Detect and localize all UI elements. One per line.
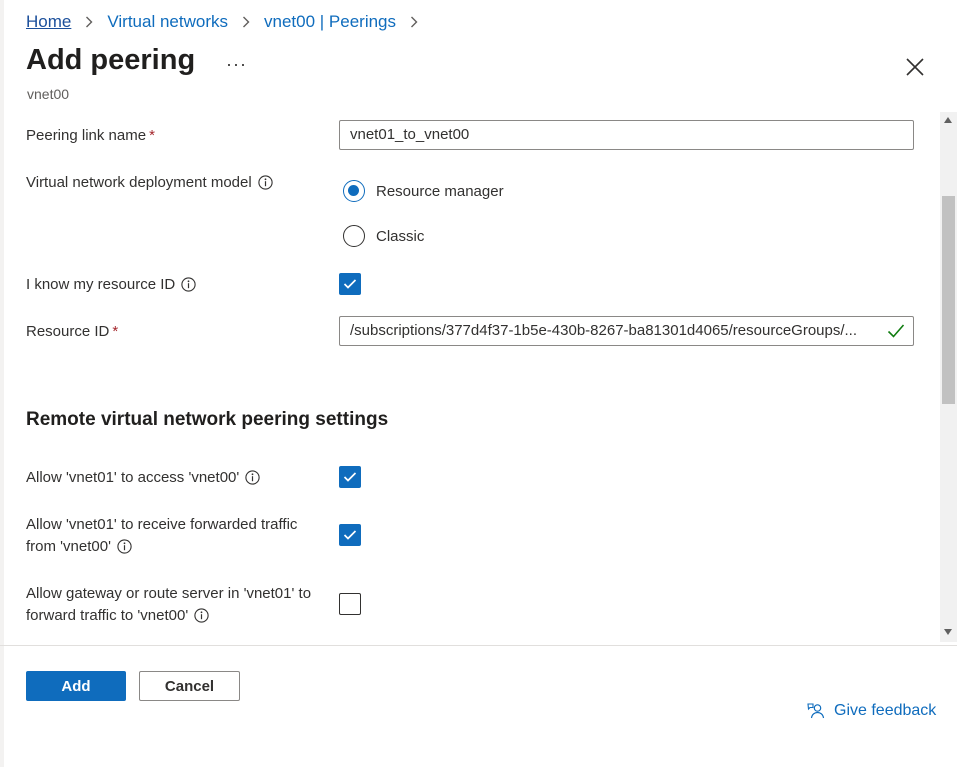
breadcrumb-vnet00-peerings[interactable]: vnet00 | Peerings	[264, 12, 396, 32]
radio-label: Classic	[376, 227, 425, 245]
remote-settings-heading: Remote virtual network peering settings	[26, 409, 389, 430]
radio-classic[interactable]: Classic	[343, 225, 424, 247]
required-mark: *	[149, 127, 155, 144]
give-feedback-link[interactable]: Give feedback	[807, 702, 936, 720]
allow-forwarded-checkbox[interactable]	[339, 524, 361, 546]
page-subtitle: vnet00	[27, 86, 70, 102]
allow-gateway-label: Allow gateway or route server in 'vnet01…	[26, 585, 312, 624]
info-icon[interactable]	[194, 608, 209, 623]
know-resource-id-checkbox[interactable]	[339, 273, 361, 295]
know-resource-id-label: I know my resource ID	[26, 274, 196, 296]
chevron-right-icon	[242, 16, 250, 28]
breadcrumb-home[interactable]: Home	[26, 12, 71, 32]
resource-id-input[interactable]: /subscriptions/377d4f37-1b5e-430b-8267-b…	[339, 316, 914, 346]
info-icon[interactable]	[258, 175, 273, 190]
feedback-icon	[807, 703, 825, 719]
feedback-label: Give feedback	[834, 702, 937, 719]
deployment-model-label: Virtual network deployment model	[26, 172, 273, 194]
allow-access-label: Allow 'vnet01' to access 'vnet00'	[26, 467, 260, 489]
checkmark-icon	[343, 472, 357, 482]
add-button[interactable]: Add	[26, 671, 126, 701]
close-icon[interactable]	[904, 56, 926, 78]
more-options-button[interactable]: ···	[226, 54, 247, 75]
info-icon[interactable]	[181, 277, 196, 292]
scroll-thumb[interactable]	[942, 196, 955, 404]
resource-id-label: Resource ID *	[26, 323, 119, 340]
chevron-right-icon	[85, 16, 93, 28]
allow-forwarded-label: Allow 'vnet01' to receive forwarded traf…	[26, 516, 298, 555]
peering-link-name-input[interactable]: vnet01_to_vnet00	[339, 120, 914, 150]
form-scroll-region: Peering link name * vnet01_to_vnet00 Virt…	[0, 112, 957, 642]
radio-resource-manager[interactable]: Resource manager	[343, 180, 504, 202]
page-title: Add peering	[26, 44, 196, 76]
scroll-down-icon[interactable]	[944, 629, 952, 635]
allow-gateway-checkbox[interactable]	[339, 593, 361, 615]
info-icon[interactable]	[117, 539, 132, 554]
checkmark-icon	[343, 279, 357, 289]
info-icon[interactable]	[245, 470, 260, 485]
scroll-up-icon[interactable]	[944, 117, 952, 123]
radio-label: Resource manager	[376, 182, 504, 200]
allow-access-checkbox[interactable]	[339, 466, 361, 488]
radio-button[interactable]	[343, 180, 365, 202]
chevron-right-icon	[410, 16, 418, 28]
breadcrumb: Home Virtual networks vnet00 | Peerings	[26, 12, 432, 32]
checkmark-icon	[343, 530, 357, 540]
required-mark: *	[112, 323, 119, 340]
valid-check-icon	[887, 324, 905, 338]
vertical-scrollbar[interactable]	[940, 112, 957, 642]
radio-button[interactable]	[343, 225, 365, 247]
peering-link-name-label: Peering link name *	[26, 127, 155, 144]
breadcrumb-virtual-networks[interactable]: Virtual networks	[107, 12, 228, 32]
cancel-button[interactable]: Cancel	[139, 671, 240, 701]
footer-divider	[0, 645, 957, 646]
